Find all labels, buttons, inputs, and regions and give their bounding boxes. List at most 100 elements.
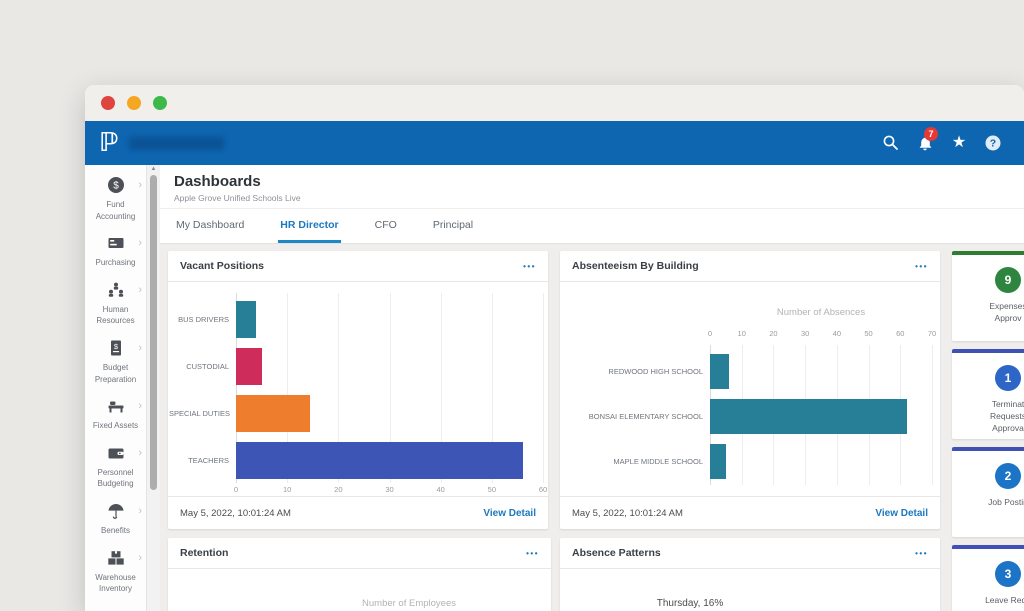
star-icon[interactable]: ★ xyxy=(950,134,968,152)
sidebar-item-benefits[interactable]: ›Benefits xyxy=(85,497,146,544)
chevron-right-icon: › xyxy=(138,180,142,191)
notification-badge: 7 xyxy=(924,127,938,141)
sidebar-item-fund-accounting[interactable]: $›Fund Accounting xyxy=(85,171,146,229)
card-title: Vacant Positions xyxy=(180,260,264,272)
axis-tick: 50 xyxy=(488,485,496,494)
summary-card-terminat-requests-approva[interactable]: 1TerminatRequestsApprova xyxy=(952,349,1024,439)
sidebar-item-label: Personnel Budgeting xyxy=(88,467,144,490)
bar-teachers xyxy=(236,442,523,479)
absence-patterns-annotation: Thursday, 16% xyxy=(657,598,724,609)
sidebar-item-label: Benefits xyxy=(88,525,144,537)
summary-card-label: ExpensesApprov xyxy=(952,301,1024,325)
view-detail-link[interactable]: View Detail xyxy=(483,508,536,519)
count-badge: 9 xyxy=(995,267,1021,293)
bar-special-duties xyxy=(236,395,310,432)
retention-axis-title: Number of Employees xyxy=(362,598,456,609)
chevron-right-icon: › xyxy=(138,343,142,354)
axis-tick: 20 xyxy=(334,485,342,494)
dashboard-tabs: My Dashboard HR Director CFO Principal xyxy=(160,208,1024,244)
category-label: TEACHERS xyxy=(169,442,229,479)
summary-card-expenses-approv[interactable]: 9 ExpensesApprov xyxy=(952,251,1024,341)
category-label: SPECIAL DUTIES xyxy=(169,395,229,432)
gridline xyxy=(932,345,933,485)
credit-card-icon xyxy=(107,234,125,252)
scroll-up-arrow-icon[interactable]: ▲ xyxy=(147,166,160,172)
tab-my-dashboard[interactable]: My Dashboard xyxy=(174,209,246,243)
header-actions: 7 ★ ? xyxy=(882,134,1010,152)
chevron-right-icon: › xyxy=(138,238,142,249)
summary-card-leave-requ[interactable]: 3Leave Requ xyxy=(952,545,1024,611)
axis-tick: 0 xyxy=(708,329,712,338)
sidebar-item-purchasing[interactable]: ›Purchasing xyxy=(85,229,146,276)
svg-text:$: $ xyxy=(113,181,119,192)
category-label: MAPLE MIDDLE SCHOOL xyxy=(563,444,703,479)
axis-tick: 10 xyxy=(738,329,746,338)
sidebar-item-label: Warehouse Inventory xyxy=(88,572,144,595)
chevron-right-icon: › xyxy=(138,285,142,296)
card-menu-icon[interactable]: ••• xyxy=(526,549,539,558)
axis-tick: 40 xyxy=(436,485,444,494)
card-accent-bar xyxy=(952,447,1024,451)
sidebar-item-personnel-budgeting[interactable]: › Personnel Budgeting xyxy=(85,439,146,497)
category-label: BONSAI ELEMENTARY SCHOOL xyxy=(563,399,703,434)
absenteeism-chart: Number of Absences010203040506070REDWOOD… xyxy=(560,281,940,497)
sidebar-item-warehouse-inventory[interactable]: › Warehouse Inventory xyxy=(85,544,146,602)
chart-axis-title: Number of Absences xyxy=(777,307,865,318)
category-label: CUSTODIAL xyxy=(169,348,229,385)
axis-tick: 30 xyxy=(385,485,393,494)
count-badge: 1 xyxy=(995,365,1021,391)
close-button[interactable] xyxy=(101,96,115,110)
category-label: BUS DRIVERS xyxy=(169,301,229,338)
count-badge: 2 xyxy=(995,463,1021,489)
bar-bus-drivers xyxy=(236,301,256,338)
summary-card-job-postin[interactable]: 2Job Postin xyxy=(952,447,1024,537)
view-detail-link[interactable]: View Detail xyxy=(875,508,928,519)
sidebar-item-human-resources[interactable]: ›Human Resources xyxy=(85,276,146,334)
help-icon[interactable]: ? xyxy=(984,134,1002,152)
search-icon[interactable] xyxy=(882,134,900,152)
sidebar-item-fixed-assets[interactable]: › Fixed Assets xyxy=(85,392,146,439)
card-title: Absence Patterns xyxy=(572,547,661,559)
axis-tick: 40 xyxy=(833,329,841,338)
sidebar-item-label: Budget Preparation xyxy=(88,362,144,385)
blurred-product-name xyxy=(129,137,224,150)
bell-icon[interactable]: 7 xyxy=(916,134,934,152)
scrollbar-thumb[interactable] xyxy=(150,175,157,490)
main-area: Dashboards Apple Grove Unified Schools L… xyxy=(160,165,1024,611)
sidebar-item-label: Fixed Assets xyxy=(88,420,144,432)
card-footer: May 5, 2022, 10:01:24 AM View Detail xyxy=(560,496,940,529)
chevron-right-icon: › xyxy=(138,448,142,459)
powerschool-logo: ℙ xyxy=(99,130,119,156)
page-title: Dashboards xyxy=(174,173,1024,190)
svg-text:?: ? xyxy=(990,138,996,150)
bench-icon xyxy=(107,397,125,415)
tab-principal[interactable]: Principal xyxy=(431,209,475,243)
app-header-bar: ℙ 7 ★ ? xyxy=(85,121,1024,165)
zoom-button[interactable] xyxy=(153,96,167,110)
minimize-button[interactable] xyxy=(127,96,141,110)
vacant-positions-card: Vacant Positions ••• 0 10 20 30 40 50 60 BUS DR… xyxy=(168,251,548,529)
bar-redwood-high-school xyxy=(710,354,729,389)
tab-hr-director[interactable]: HR Director xyxy=(278,209,340,243)
sidebar-scrollbar[interactable]: ▲ xyxy=(146,165,160,611)
bar-custodial xyxy=(236,348,262,385)
axis-tick: 60 xyxy=(539,485,547,494)
window-titlebar xyxy=(85,85,1024,121)
card-menu-icon[interactable]: ••• xyxy=(915,549,928,558)
tab-cfo[interactable]: CFO xyxy=(373,209,399,243)
axis-tick: 10 xyxy=(283,485,291,494)
card-header: Absenteeism By Building ••• xyxy=(560,251,940,282)
card-header: Vacant Positions ••• xyxy=(168,251,548,282)
sidebar-item-budget-preparation[interactable]: $›Budget Preparation xyxy=(85,334,146,392)
chevron-right-icon: › xyxy=(138,553,142,564)
card-accent-bar xyxy=(952,545,1024,549)
axis-tick: 0 xyxy=(234,485,238,494)
sidebar: $›Fund Accounting›Purchasing›Human Resou… xyxy=(85,165,146,611)
bar-maple-middle-school xyxy=(710,444,726,479)
count-badge: 3 xyxy=(995,561,1021,587)
card-menu-icon[interactable]: ••• xyxy=(523,262,536,271)
card-menu-icon[interactable]: ••• xyxy=(915,262,928,271)
chevron-right-icon: › xyxy=(138,401,142,412)
axis-tick: 60 xyxy=(896,329,904,338)
axis-tick: 50 xyxy=(864,329,872,338)
